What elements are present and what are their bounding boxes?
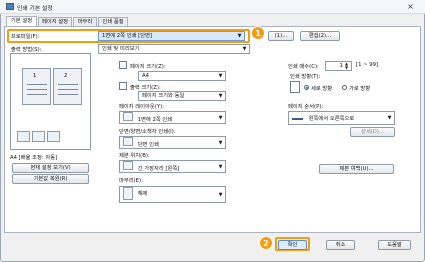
output-method-value: 인쇄 및 미리보기 — [102, 46, 140, 52]
page-order-dropdown[interactable]: 왼쪽에서 오른쪽으로 ▼ — [288, 111, 395, 125]
restore-defaults-button[interactable]: 기본값 복원(R) — [12, 174, 89, 184]
layout-icon — [123, 112, 133, 121]
finishing-label: 마무리(E): — [119, 178, 143, 184]
layout-value: 1면에 2쪽 인쇄 — [137, 117, 173, 123]
profile-label: 프로파일(F): — [11, 34, 40, 40]
window-title: 인쇄 기본 설정 — [17, 6, 53, 12]
tab-basic-settings[interactable]: 기본 설정 — [6, 16, 37, 26]
preview-page-two: 2 — [53, 68, 82, 105]
copies-label: 인쇄 매수(C): — [288, 64, 319, 70]
landscape-label: 가로 방향 — [349, 86, 371, 92]
add-profile-button[interactable]: (1)... — [268, 31, 294, 41]
help-button[interactable]: 도움말 — [378, 240, 411, 250]
profile-value: 1면에 2쪽 인쇄 [단면] — [102, 33, 153, 39]
chevron-down-icon: ▼ — [218, 73, 223, 79]
page-order-label: 페이지 순서(P): — [288, 104, 324, 110]
chevron-down-icon: ▼ — [218, 140, 223, 146]
preview-page-two-number: 2 — [64, 73, 68, 79]
printer-icon — [17, 131, 30, 142]
page-size-label: 페이지 크기(Z): — [130, 64, 166, 70]
chevron-down-icon: ▼ — [387, 115, 392, 121]
finishing-icon — [123, 187, 133, 200]
output-size-value: 페이지 크기와 동일 — [142, 93, 185, 99]
binding-value: 긴 가장자리 [왼쪽] — [137, 166, 180, 172]
page-size-icon — [119, 61, 127, 69]
callout-one: 1 — [251, 26, 265, 40]
view-settings-button[interactable]: 현재 설정 보기(V) — [12, 163, 89, 173]
finishing-dropdown[interactable]: 해제 ▼ — [119, 186, 226, 203]
copies-range: [1 ~ 99] — [356, 62, 379, 68]
duplex-label: 단면/양면/소책자 인쇄(I): — [119, 129, 176, 135]
ok-button[interactable]: 확인 — [278, 240, 307, 250]
portrait-radio[interactable] — [304, 85, 309, 90]
close-button[interactable]: × — [403, 2, 418, 12]
output-method-dropdown[interactable]: 인쇄 및 미리보기 ▼ — [98, 44, 250, 54]
output-size-label: 출력 크기(Z): — [130, 85, 161, 91]
profile-dropdown[interactable]: 1면에 2쪽 인쇄 [단면] ▼ — [98, 31, 245, 41]
tab-page-setup[interactable]: 페이지 설정 — [38, 17, 72, 26]
binding-icon — [123, 161, 133, 170]
finishing-value: 해제 — [137, 191, 148, 197]
page-size-value: A4 — [142, 73, 149, 79]
duplex-dropdown[interactable]: 단면 인쇄 ▼ — [119, 136, 226, 149]
page-order-value: 왼쪽에서 오른쪽으로 — [308, 116, 355, 122]
orientation-label: 인쇄 방향(T): — [290, 74, 321, 80]
detail-button[interactable]: 상세(D)... — [350, 127, 395, 137]
stepper-icon[interactable]: ▲ ▼ — [343, 62, 350, 70]
document-icon — [123, 137, 133, 146]
layout-dropdown[interactable]: 1면에 2쪽 인쇄 ▼ — [119, 111, 226, 124]
preview-caption: A4 [배율 조정: 자동] — [10, 155, 58, 161]
printer-icon — [6, 3, 14, 10]
binding-dropdown[interactable]: 긴 가장자리 [왼쪽] ▼ — [119, 160, 226, 173]
output-size-icon — [119, 82, 127, 90]
binding-margin-button[interactable]: 제본 여백(U)... — [319, 164, 394, 174]
landscape-radio[interactable] — [342, 85, 347, 90]
title-bar: 인쇄 기본 설정 × — [0, 0, 425, 14]
binding-label: 제본 위치(B): — [119, 153, 150, 159]
edit-profile-button[interactable]: 편집(2)... — [300, 31, 340, 41]
checkmark-icon — [32, 131, 45, 142]
duplex-value: 단면 인쇄 — [137, 142, 159, 148]
callout-two: 2 — [259, 236, 273, 250]
chevron-down-icon: ▼ — [237, 33, 242, 39]
preview-page-one-number: 1 — [33, 73, 37, 79]
tab-print-quality[interactable]: 인쇄 품질 — [98, 17, 128, 26]
preview-panel: 1 2 — [10, 53, 91, 150]
chevron-down-icon: ▼ — [218, 164, 223, 170]
chevron-down-icon: ▼ — [242, 46, 247, 52]
chevron-down-icon: ▼ — [218, 93, 223, 99]
output-label: 출력 방법(S): — [11, 47, 42, 53]
layout-label: 페이지 레이아웃(Y): — [119, 104, 164, 110]
portrait-label: 세로 방향 — [311, 86, 333, 92]
pen-icon — [47, 131, 60, 142]
arrow-right-icon — [292, 112, 303, 120]
cancel-button[interactable]: 취소 — [326, 240, 355, 250]
tab-finishing[interactable]: 마무리 — [73, 17, 97, 26]
portrait-icon — [290, 81, 300, 93]
preview-page-one: 1 — [22, 68, 51, 105]
page-size-dropdown[interactable]: A4 ▼ — [138, 71, 226, 81]
chevron-down-icon: ▼ — [218, 115, 223, 121]
output-size-dropdown[interactable]: 페이지 크기와 동일 ▼ — [138, 91, 226, 101]
chevron-down-icon: ▼ — [218, 192, 223, 198]
copies-input[interactable]: 1 ▲ ▼ — [325, 61, 352, 71]
